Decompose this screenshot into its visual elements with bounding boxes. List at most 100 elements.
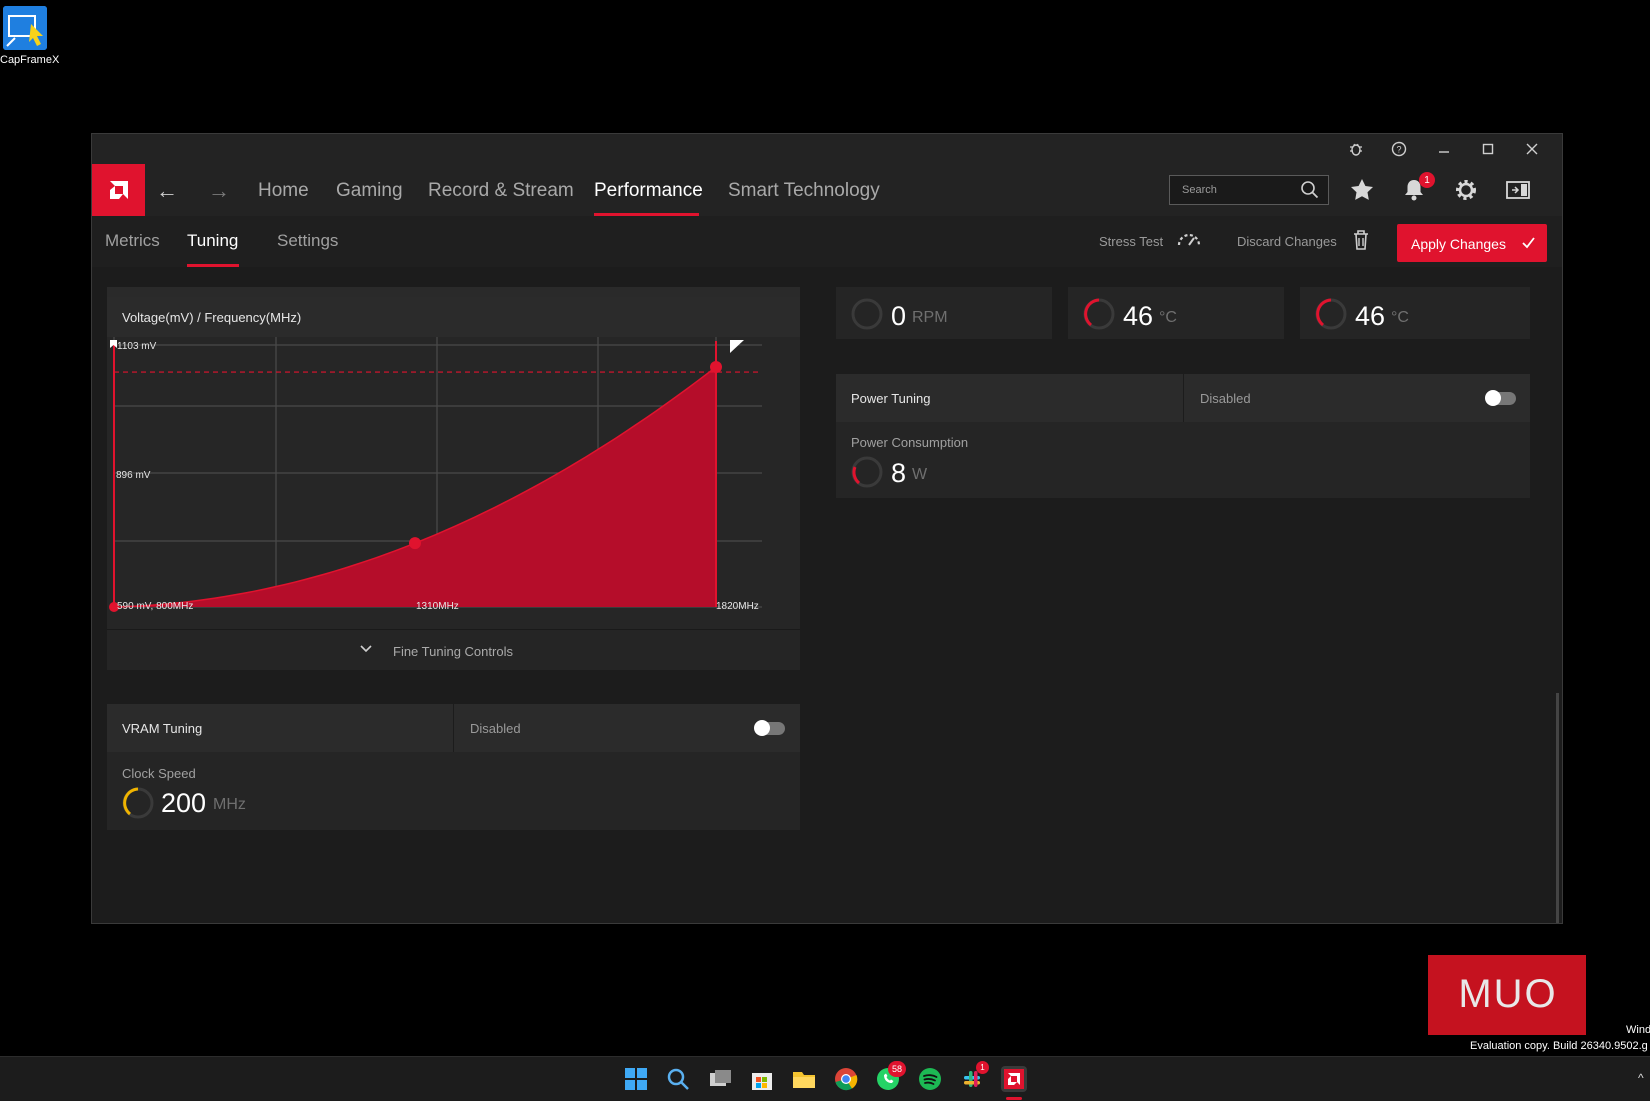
fan-speed-unit: RPM [912,309,948,326]
sub-nav: Metrics Tuning Settings Stress Test Disc… [92,216,1562,268]
vf-ytop-label: 1103 mV [117,341,157,352]
clock-speed-gauge-icon [122,787,154,819]
power-tuning-toggle[interactable] [1485,390,1516,406]
close-icon[interactable] [1522,140,1542,158]
chevron-down-icon [360,645,372,653]
nav-gaming[interactable]: Gaming [336,180,403,202]
microsoft-store-icon[interactable] [749,1066,775,1092]
vf-curve-header: Voltage(mV) / Frequency(MHz) [107,297,800,337]
favorites-star-icon[interactable] [1348,176,1376,204]
whatsapp-badge: 58 [888,1061,906,1077]
vf-curve-point[interactable] [710,360,722,373]
notification-badge: 1 [1419,172,1435,188]
clock-speed-label: Clock Speed [122,766,196,781]
settings-gear-icon[interactable] [1452,176,1480,204]
temperature-gauge-icon [1083,298,1115,330]
minimize-icon[interactable] [1434,140,1454,158]
amd-software-window: ? ← → Home Gaming Record & Stream Perfor… [91,133,1563,924]
taskbar: 58 1 ^ [0,1056,1650,1101]
trash-icon[interactable] [1352,229,1370,251]
tab-tuning[interactable]: Tuning [187,231,238,251]
frequency-flag-icon[interactable] [730,340,744,353]
muo-watermark-logo: MUO [1428,955,1586,1035]
amd-software-taskbar-icon[interactable] [1001,1066,1027,1092]
maximize-icon[interactable] [1478,140,1498,158]
nav-smart-technology[interactable]: Smart Technology [728,180,880,202]
main-nav: ← → Home Gaming Record & Stream Performa… [92,164,1562,216]
power-tuning-label: Power Tuning [851,391,931,406]
vf-curve-area [114,367,716,607]
vf-curve-panel: 1103 mV 896 mV 590 mV, 800MHz 1310MHz 18… [107,337,800,629]
file-explorer-icon[interactable] [791,1066,817,1092]
fan-speed-value: 0 [891,301,907,331]
desktop-icon-label: CapFrameX [0,54,60,66]
content-scrollbar[interactable] [1556,693,1559,923]
clock-speed-value: 200 [161,788,207,818]
panel-header-strip [107,287,800,297]
taskbar-search-icon[interactable] [665,1066,691,1092]
stress-test-label[interactable]: Stress Test [1099,234,1163,249]
power-consumption-unit: W [912,466,928,483]
help-icon[interactable]: ? [1389,140,1409,158]
power-tuning-status: Disabled [1200,391,1251,406]
back-arrow-icon[interactable]: ← [156,178,178,204]
fan-speed-gauge: 0 RPM [836,287,1052,339]
svg-text:MUO: MUO [1458,972,1557,1016]
vram-tuning-status: Disabled [470,721,521,736]
vf-curve-title: Voltage(mV) / Frequency(MHz) [122,310,302,325]
tuning-content: Voltage(mV) / Frequency(MHz) 1103 mV 896… [92,267,1562,923]
vf-start-label: 590 mV, 800MHz [117,601,193,612]
title-bar: ? [92,134,1562,164]
power-tuning-header: Power Tuning Disabled [836,374,1530,422]
power-consumption-panel: Power Consumption 8 W [836,422,1530,498]
vf-mid-label: 1310MHz [416,601,459,612]
temperature-gauge-1: 46 °C [1068,287,1284,339]
search-placeholder: Search [1182,184,1217,196]
amd-logo-icon[interactable] [92,164,145,216]
sidebar-toggle-icon[interactable] [1504,176,1532,204]
temperature-2-value: 46 [1355,301,1386,331]
start-menu-icon[interactable] [623,1066,649,1092]
tray-chevron-up-icon[interactable]: ^ [1638,1071,1644,1085]
tab-metrics[interactable]: Metrics [105,231,160,251]
forward-arrow-icon[interactable]: → [208,178,230,204]
svg-text:?: ? [1396,145,1401,155]
vram-tuning-toggle[interactable] [754,720,785,736]
apply-changes-label: Apply Changes [1411,236,1506,252]
search-box[interactable]: Search [1169,175,1329,205]
temperature-1-unit: °C [1159,309,1177,326]
slack-badge: 1 [976,1061,989,1074]
search-icon[interactable] [1300,180,1320,200]
capframex-icon [3,6,47,50]
vram-tuning-header: VRAM Tuning Disabled [107,704,800,752]
spotify-icon[interactable] [917,1066,943,1092]
nav-performance[interactable]: Performance [594,180,703,202]
bug-report-icon[interactable] [1346,140,1366,158]
nav-record-stream[interactable]: Record & Stream [428,180,574,202]
power-gauge-icon [851,456,883,488]
clock-speed-unit: MHz [213,796,246,813]
temperature-gauge-2: 46 °C [1300,287,1530,339]
power-consumption-value: 8 [891,458,907,488]
chrome-icon[interactable] [833,1066,859,1092]
temperature-gauge-icon [1315,298,1347,330]
fine-tuning-toggle[interactable]: Fine Tuning Controls [107,629,800,670]
vf-curve-chart[interactable]: 1103 mV 896 mV 590 mV, 800MHz 1310MHz 18… [107,337,800,629]
fine-tuning-label: Fine Tuning Controls [393,644,513,659]
fan-gauge-icon [851,298,883,330]
temperature-2-unit: °C [1391,309,1409,326]
nav-home[interactable]: Home [258,180,309,202]
discard-changes-label[interactable]: Discard Changes [1237,234,1337,249]
windows-watermark-line2: Evaluation copy. Build 26340.9502.g [1470,1040,1648,1052]
tab-settings[interactable]: Settings [277,231,338,251]
vram-clock-panel: Clock Speed 200 MHz [107,752,800,830]
vf-ymid-label: 896 mV [116,470,151,481]
apply-changes-button[interactable]: Apply Changes [1397,224,1547,262]
vf-end-label: 1820MHz [716,601,759,612]
task-view-icon[interactable] [707,1066,733,1092]
windows-watermark-line1: Wind [1626,1024,1650,1036]
vram-tuning-label: VRAM Tuning [122,721,203,736]
checkmark-icon [1522,237,1535,249]
stress-test-gauge-icon[interactable] [1176,228,1202,250]
vf-curve-point[interactable] [409,537,421,550]
